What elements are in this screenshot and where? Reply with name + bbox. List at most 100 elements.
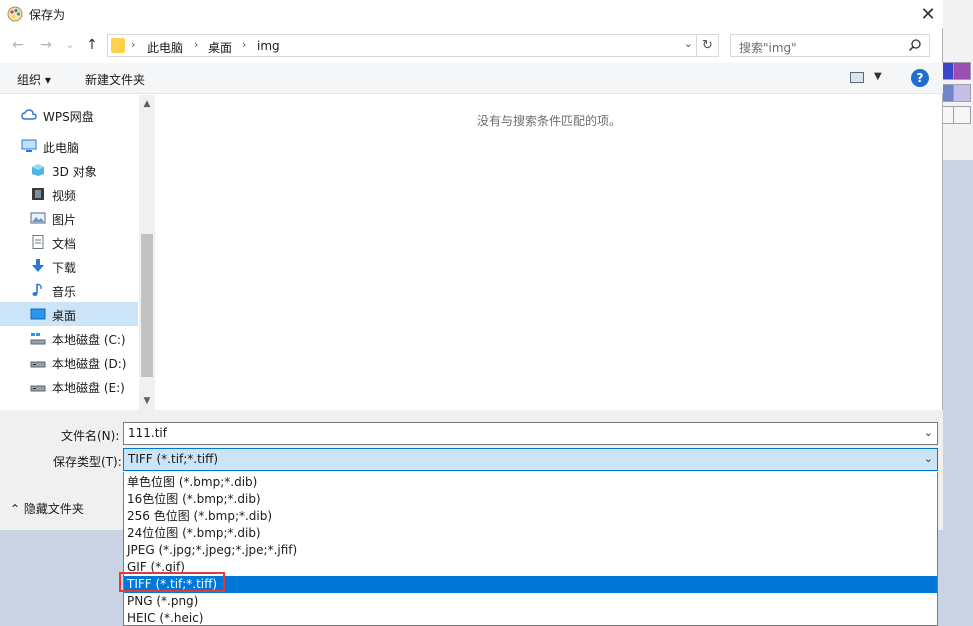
up-arrow-icon: ↑ [86,37,98,53]
back-button[interactable]: ← [8,35,28,55]
up-button[interactable]: ↑ [82,35,102,55]
sidebar-item-downloads[interactable]: 下载 [0,254,138,278]
breadcrumb-separator: › [194,38,199,51]
sidebar-item-3d-objects[interactable]: 3D 对象 [0,158,138,182]
paint-app-icon [7,6,23,22]
filetype-option[interactable]: 16色位图 (*.bmp;*.dib) [124,491,937,508]
sidebar-item-this-pc[interactable]: 此电脑 [0,134,138,158]
navigation-row: ← → ⌄ ↑ › 此电脑 › 桌面 › img ⌄ ↻ 搜索"img" [0,31,943,59]
forward-button[interactable]: → [36,35,56,55]
filetype-option[interactable]: GIF (*.gif) [124,559,937,576]
filetype-option-selected[interactable]: TIFF (*.tif;*.tiff) [124,576,937,593]
sidebar-item-label: 音乐 [52,285,77,299]
filetype-option[interactable]: 24位位图 (*.bmp;*.dib) [124,525,937,542]
close-icon: ✕ [920,3,936,25]
hide-folders-toggle[interactable]: ⌃ 隐藏文件夹 [10,500,84,517]
scroll-up-icon[interactable]: ▲ [139,96,155,112]
sidebar-item-label: 视频 [52,189,77,203]
breadcrumb-separator: › [131,38,136,51]
sidebar-item-label: 下载 [52,261,77,275]
dialog-title: 保存为 [29,8,66,22]
filetype-option[interactable]: JPEG (*.jpg;*.jpeg;*.jpe;*.jfif) [124,542,937,559]
scroll-down-icon[interactable]: ▼ [139,393,155,409]
refresh-button[interactable]: ↻ [697,34,719,57]
sidebar-item-desktop[interactable]: 桌面 [0,302,138,326]
sidebar-item-label: 图片 [52,213,77,227]
search-placeholder: 搜索"img" [739,41,797,55]
breadcrumb-desktop[interactable]: 桌面 [208,39,232,56]
breadcrumb-img[interactable]: img [257,39,280,53]
filename-field[interactable]: 111.tif ⌄ [123,422,938,445]
sidebar-item-documents[interactable]: 文档 [0,230,138,254]
search-icon [908,39,921,52]
navigation-pane: WPS网盘 此电脑 3D 对象 视频 图片 文档 下载 音乐 桌面 本地磁盘 (… [0,95,155,410]
sidebar-item-drive-d[interactable]: 本地磁盘 (D:) [0,350,138,374]
folder-icon [111,38,125,53]
empty-results-message: 没有与搜索条件匹配的项。 [476,114,621,128]
sidebar-item-pictures[interactable]: 图片 [0,206,138,230]
sidebar-item-videos[interactable]: 视频 [0,182,138,206]
desktop-icon [30,308,46,320]
music-icon [32,283,42,296]
navigation-pane-scrollbar[interactable]: ▲ ▼ [139,95,155,410]
sidebar-item-label: 本地磁盘 (C:) [52,333,126,347]
help-icon[interactable]: ? [911,69,929,87]
annotation-highlight-box [119,572,225,592]
filetype-option[interactable]: 单色位图 (*.bmp;*.dib) [124,474,937,491]
forward-arrow-icon: → [40,37,52,53]
address-bar[interactable]: › 此电脑 › 桌面 › img ⌄ [107,34,697,57]
cloud-icon [21,109,37,120]
sidebar-item-wps-cloud[interactable]: WPS网盘 [0,103,138,127]
filetype-label: 保存类型(T): [53,455,122,469]
file-list-area[interactable]: 没有与搜索条件匹配的项。 [156,95,942,410]
breadcrumb-this-pc[interactable]: 此电脑 [147,39,183,56]
chevron-down-icon[interactable]: ⌄ [924,452,933,465]
organize-menu[interactable]: 组织 ▾ [17,71,51,88]
sidebar-item-label: 本地磁盘 (E:) [52,381,125,395]
drive-c-icon [30,333,46,345]
3d-objects-icon [32,164,44,176]
command-toolbar: 组织 ▾ 新建文件夹 ▼ ? [0,63,943,94]
computer-icon [21,139,37,152]
video-icon [32,188,44,200]
close-button[interactable]: ✕ [913,0,943,28]
filename-value: 111.tif [128,426,167,440]
color-swatch[interactable] [953,84,971,102]
chevron-down-icon: ⌄ [65,39,75,51]
save-as-dialog: 保存为 ✕ ← → ⌄ ↑ › 此电脑 › 桌面 › img ⌄ ↻ 搜索"im… [0,0,943,530]
background-color-palette [939,0,973,160]
filetype-option[interactable]: PNG (*.png) [124,593,937,610]
view-dropdown-icon[interactable]: ▼ [874,71,882,82]
view-options-icon[interactable] [850,72,864,83]
chevron-down-icon[interactable]: ⌄ [924,426,933,439]
sidebar-item-label: 3D 对象 [52,165,97,179]
scrollbar-thumb[interactable] [141,234,153,377]
sidebar-item-label: 文档 [52,237,77,251]
sidebar-item-label: WPS网盘 [43,110,94,124]
back-arrow-icon: ← [12,37,24,53]
color-swatch[interactable] [953,106,971,124]
sidebar-item-label: 本地磁盘 (D:) [52,357,127,371]
new-folder-button[interactable]: 新建文件夹 [85,71,145,88]
sidebar-item-label: 桌面 [52,309,77,323]
filetype-selected-value: TIFF (*.tif;*.tiff) [128,452,219,466]
download-icon [32,259,44,272]
color-swatch[interactable] [953,62,971,80]
recent-locations-button[interactable]: ⌄ [60,35,80,55]
breadcrumb-separator: › [242,38,247,51]
drive-icon [30,361,46,368]
search-box[interactable]: 搜索"img" [730,34,930,57]
filename-label: 文件名(N): [61,429,120,443]
sidebar-item-music[interactable]: 音乐 [0,278,138,302]
filetype-select[interactable]: TIFF (*.tif;*.tiff) ⌄ [123,448,938,471]
pictures-icon [30,212,46,224]
title-bar: 保存为 ✕ [0,0,943,28]
filetype-dropdown-list: 单色位图 (*.bmp;*.dib) 16色位图 (*.bmp;*.dib) 2… [123,472,938,626]
drive-icon [30,385,46,392]
filetype-option[interactable]: HEIC (*.heic) [124,610,937,625]
sidebar-item-drive-e[interactable]: 本地磁盘 (E:) [0,374,138,398]
documents-icon [32,235,44,249]
sidebar-item-drive-c[interactable]: 本地磁盘 (C:) [0,326,138,350]
address-dropdown-icon[interactable]: ⌄ [684,37,693,50]
filetype-option[interactable]: 256 色位图 (*.bmp;*.dib) [124,508,937,525]
